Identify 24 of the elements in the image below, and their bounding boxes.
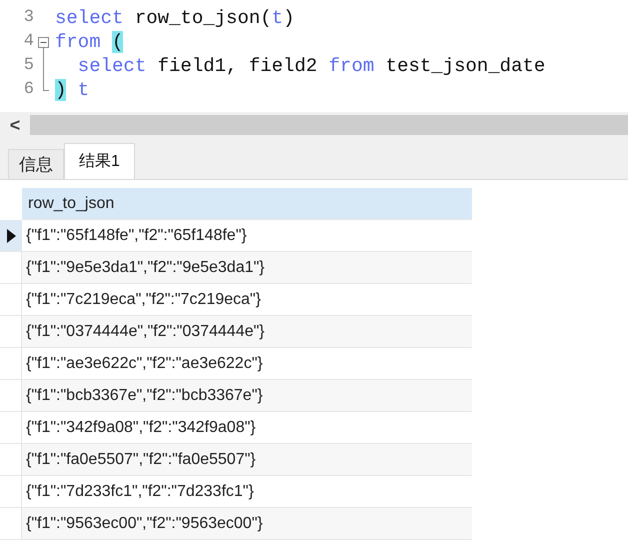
fold-guide-icon (43, 54, 44, 78)
scroll-left-arrow[interactable]: < (0, 112, 30, 138)
code-line: ) t (55, 78, 90, 102)
column-header[interactable]: row_to_json (22, 188, 472, 220)
horizontal-scrollbar[interactable]: < (0, 112, 628, 138)
line-number: 5 (22, 55, 35, 78)
fold-end-icon (43, 78, 49, 91)
scrollbar-thumb[interactable] (30, 115, 628, 135)
code-line: select field1, field2 from test_json_date (76, 54, 546, 78)
line-number: 4 (22, 31, 35, 54)
tab[interactable]: 信息 (8, 149, 64, 179)
current-row-icon (6, 228, 16, 242)
line-number: 6 (22, 79, 35, 102)
code-line: select row_to_json(t) (55, 6, 294, 30)
table-cell: {"f1":"9e5e3da1","f2":"9e5e3da1"} (22, 252, 472, 284)
line-number: 3 (22, 7, 35, 30)
row-indicator[interactable] (0, 220, 22, 252)
table-cell: {"f1":"9563ec00","f2":"9563ec00"} (22, 508, 472, 540)
table-cell: {"f1":"fa0e5507","f2":"fa0e5507"} (22, 444, 472, 476)
table-cell: {"f1":"bcb3367e","f2":"bcb3367e"} (22, 380, 472, 412)
code-line: from ( (55, 30, 124, 54)
tab[interactable]: 结果1 (64, 143, 135, 179)
fold-icon[interactable] (38, 37, 49, 54)
table-cell: {"f1":"0374444e","f2":"0374444e"} (22, 316, 472, 348)
